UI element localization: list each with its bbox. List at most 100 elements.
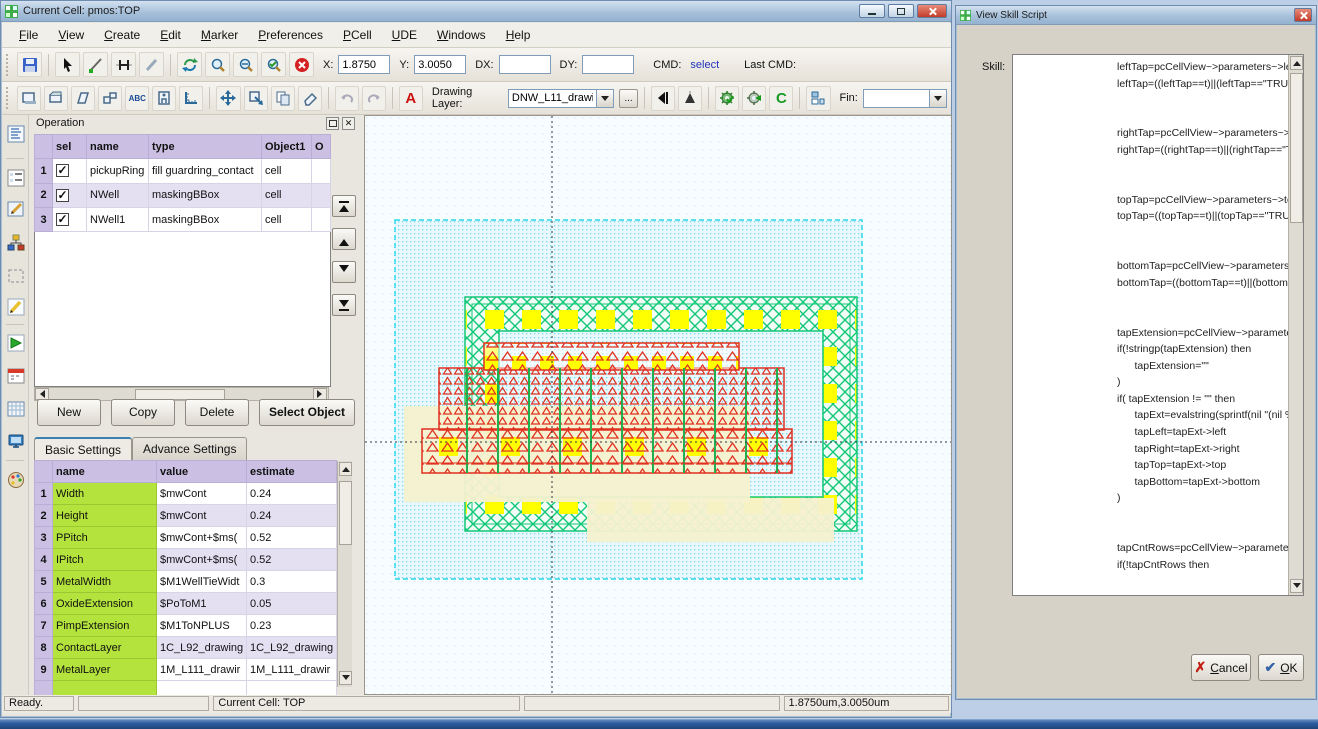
settings-vscrollbar[interactable] xyxy=(337,461,352,687)
move-row-top-button[interactable] xyxy=(332,195,356,217)
dy-input[interactable] xyxy=(582,55,634,74)
top-contact-row[interactable] xyxy=(484,343,739,370)
mirror-x-button[interactable] xyxy=(651,86,675,111)
ok-button[interactable]: ✔ OK xyxy=(1258,654,1304,681)
menu-preferences[interactable]: Preferences xyxy=(249,25,332,45)
mirror-y-button[interactable] xyxy=(678,86,702,111)
minimize-button[interactable] xyxy=(859,4,885,18)
zoom-fit-button[interactable] xyxy=(261,52,286,77)
col-object2[interactable]: O xyxy=(312,135,331,159)
move-row-down-button[interactable] xyxy=(332,261,356,283)
zoom-select-button[interactable] xyxy=(205,52,230,77)
menu-marker[interactable]: Marker xyxy=(192,25,247,45)
copy-button[interactable]: Copy xyxy=(111,399,175,426)
col-setting-name[interactable]: name xyxy=(53,461,157,483)
pimp-region[interactable] xyxy=(439,368,784,430)
tab-basic-settings[interactable]: Basic Settings xyxy=(34,437,132,461)
rounded-rect-tool-button[interactable] xyxy=(44,86,68,111)
tab-advance-settings[interactable]: Advance Settings xyxy=(132,437,247,461)
setting-row[interactable]: 2Height$mwCont0.24 xyxy=(35,505,337,527)
run-button[interactable] xyxy=(5,332,26,353)
drawing-layer-combo[interactable] xyxy=(508,89,614,108)
skill-close-button[interactable] xyxy=(1294,8,1312,22)
select-object-button[interactable]: Select Object xyxy=(259,399,355,426)
undo-button[interactable] xyxy=(335,86,359,111)
dx-input[interactable] xyxy=(499,55,551,74)
x-input[interactable] xyxy=(338,55,390,74)
move-tool-button[interactable] xyxy=(216,86,240,111)
setting-row[interactable]: 5MetalWidth$M1WellTieWidt0.3 xyxy=(35,571,337,593)
oxide-region2[interactable] xyxy=(587,498,834,542)
erase-tool-button[interactable] xyxy=(298,86,322,111)
compile-button[interactable]: C xyxy=(769,86,793,111)
new-button[interactable]: New xyxy=(37,399,101,426)
move-row-up-button[interactable] xyxy=(332,228,356,250)
drawing-layer-dropdown-button[interactable] xyxy=(596,89,614,108)
checklist-button[interactable] xyxy=(5,167,26,188)
layout-canvas[interactable] xyxy=(364,115,952,695)
operation-row[interactable]: 3 ✓ NWell1 maskingBBox cell xyxy=(35,207,331,231)
setting-row[interactable]: 8ContactLayer1C_L92_drawing1C_L92_drawin… xyxy=(35,637,337,659)
row-checkbox[interactable]: ✓ xyxy=(56,213,69,226)
layout-view-button[interactable] xyxy=(806,86,830,111)
skill-script-view[interactable]: leftTap=pcCellView~>parameters~>leftTap … xyxy=(1012,54,1304,596)
fin-input[interactable] xyxy=(863,89,929,108)
pcell-eval-button[interactable] xyxy=(715,86,739,111)
display-button[interactable] xyxy=(5,431,26,452)
col-setting-estimate[interactable]: estimate xyxy=(247,461,337,483)
taskbar[interactable] xyxy=(0,719,1318,729)
toolbar-grip2[interactable] xyxy=(6,87,10,109)
copy-tool-button[interactable] xyxy=(271,86,295,111)
menu-edit[interactable]: Edit xyxy=(151,25,190,45)
row-checkbox[interactable]: ✓ xyxy=(56,164,69,177)
schedule-button[interactable] xyxy=(5,365,26,386)
stretch-tool-button[interactable] xyxy=(244,86,268,111)
save-button[interactable] xyxy=(17,52,42,77)
label-tool-button[interactable]: ABC xyxy=(125,86,149,111)
ruler-tool-button[interactable] xyxy=(179,86,203,111)
select-tool-button[interactable] xyxy=(55,52,80,77)
instance-tool-button[interactable] xyxy=(152,86,176,111)
attach-label-button[interactable]: A xyxy=(399,86,423,111)
refresh-button[interactable] xyxy=(177,52,202,77)
menu-create[interactable]: Create xyxy=(95,25,149,45)
stretch-h-button[interactable] xyxy=(111,52,136,77)
redo-button[interactable] xyxy=(362,86,386,111)
menu-windows[interactable]: Windows xyxy=(428,25,495,45)
scroll-down-button[interactable] xyxy=(339,671,352,685)
slash-tool-button[interactable] xyxy=(139,52,164,77)
setting-row[interactable]: 7PimpExtension$M1ToNPLUS0.23 xyxy=(35,615,337,637)
polygon-tool-button[interactable] xyxy=(71,86,95,111)
col-type[interactable]: type xyxy=(149,135,262,159)
palette-button[interactable] xyxy=(5,469,26,490)
fin-dropdown-button[interactable] xyxy=(929,89,947,108)
select-region-button[interactable] xyxy=(5,265,26,286)
col-object1[interactable]: Object1 xyxy=(262,135,312,159)
setting-row[interactable]: 6OxideExtension$PoToM10.05 xyxy=(35,593,337,615)
draw-note-button[interactable] xyxy=(5,296,26,317)
menu-ude[interactable]: UDE xyxy=(383,25,426,45)
col-setting-value[interactable]: value xyxy=(157,461,247,483)
float-panel-button[interactable] xyxy=(326,117,339,130)
toolbar-grip[interactable] xyxy=(6,54,10,76)
edit-cell-button[interactable] xyxy=(5,198,26,219)
line-tool-button[interactable] xyxy=(83,52,108,77)
delete-button[interactable]: Delete xyxy=(185,399,249,426)
setting-row[interactable]: 1Width$mwCont0.24 xyxy=(35,483,337,505)
col-sel[interactable]: sel xyxy=(53,135,87,159)
menu-help[interactable]: Help xyxy=(497,25,540,45)
layer-browse-button[interactable]: ... xyxy=(619,89,638,108)
fin-combo[interactable] xyxy=(863,89,947,108)
hierarchy-button[interactable] xyxy=(5,232,26,253)
scroll-up-button[interactable] xyxy=(1290,56,1303,70)
maximize-button[interactable] xyxy=(888,4,914,18)
move-row-bottom-button[interactable] xyxy=(332,294,356,316)
operation-row[interactable]: 1 ✓ pickupRing fill guardring_contact ce… xyxy=(35,159,331,183)
setting-row[interactable]: 9MetalLayer1M_L111_drawir1M_L111_drawir xyxy=(35,659,337,681)
menu-pcell[interactable]: PCell xyxy=(334,25,381,45)
pcell-param-button[interactable] xyxy=(742,86,766,111)
vscroll-thumb[interactable] xyxy=(1290,73,1303,223)
col-name[interactable]: name xyxy=(87,135,149,159)
row-checkbox[interactable]: ✓ xyxy=(56,189,69,202)
setting-row[interactable]: 3PPitch$mwCont+$ms(0.52 xyxy=(35,527,337,549)
